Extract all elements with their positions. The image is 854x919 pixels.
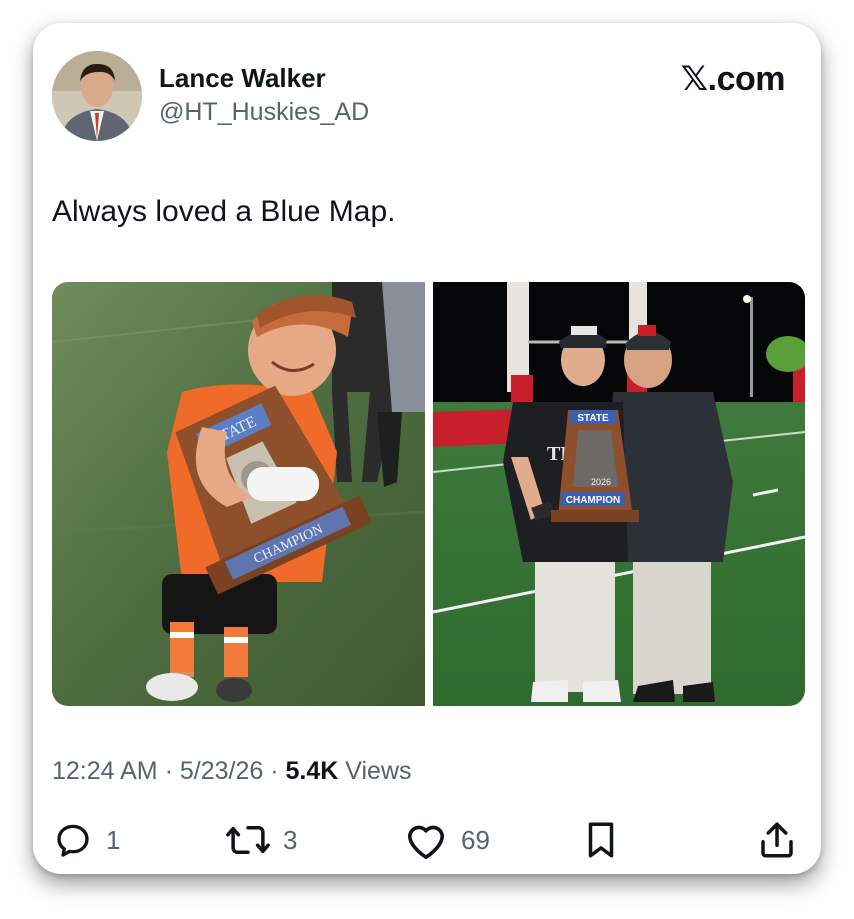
reply-button[interactable]: 1 <box>52 815 120 865</box>
author-name[interactable]: Lance Walker <box>159 63 326 94</box>
photo-player-and-coach[interactable]: TRISV STATE 2026 CHAMPION <box>433 282 805 706</box>
like-button[interactable]: 69 <box>403 815 490 865</box>
reply-count: 1 <box>106 824 121 855</box>
x-brand-logo[interactable]: 𝕏.com <box>680 59 786 99</box>
tweet-time[interactable]: 12:24 AM <box>52 757 158 785</box>
author-avatar[interactable] <box>52 51 142 141</box>
reply-icon <box>57 824 89 857</box>
retweet-button[interactable]: 3 <box>225 815 297 865</box>
tweet-text: Always loved a Blue Map. <box>52 195 396 228</box>
trophy-year-label: 2026 <box>591 477 611 487</box>
trophy-bottom-label-right: CHAMPION <box>566 495 620 506</box>
meta-separator: · <box>157 757 180 785</box>
author-handle[interactable]: @HT_Huskies_AD <box>159 98 369 127</box>
x-logo-icon: 𝕏 <box>680 59 708 99</box>
media-grid: STATE CHAMPION STATE 2026 CHAMPION <box>52 282 805 706</box>
brand-suffix: .com <box>707 60 786 98</box>
tweet-metadata: 12:24 AM · 5/23/26 · 5.4K Views <box>52 757 412 786</box>
tweet-card: Lance Walker @HT_Huskies_AD 𝕏.com Always… <box>33 23 821 874</box>
share-icon <box>761 822 793 858</box>
share-button[interactable] <box>757 815 797 865</box>
bookmark-button[interactable] <box>582 815 620 865</box>
trophy-top-label-right: STATE <box>577 413 609 424</box>
tweet-date[interactable]: 5/23/26 <box>180 757 263 785</box>
action-bar: 1 3 69 <box>33 815 821 865</box>
retweet-count: 3 <box>283 824 298 855</box>
views-label: Views <box>338 757 412 785</box>
bookmark-icon <box>588 822 614 858</box>
meta-separator: · <box>263 757 286 785</box>
heart-icon <box>407 825 445 859</box>
retweet-icon <box>226 826 270 854</box>
views-count: 5.4K <box>285 757 339 785</box>
like-count: 69 <box>461 824 490 855</box>
photo-boy-with-trophy[interactable]: STATE CHAMPION <box>52 282 425 706</box>
